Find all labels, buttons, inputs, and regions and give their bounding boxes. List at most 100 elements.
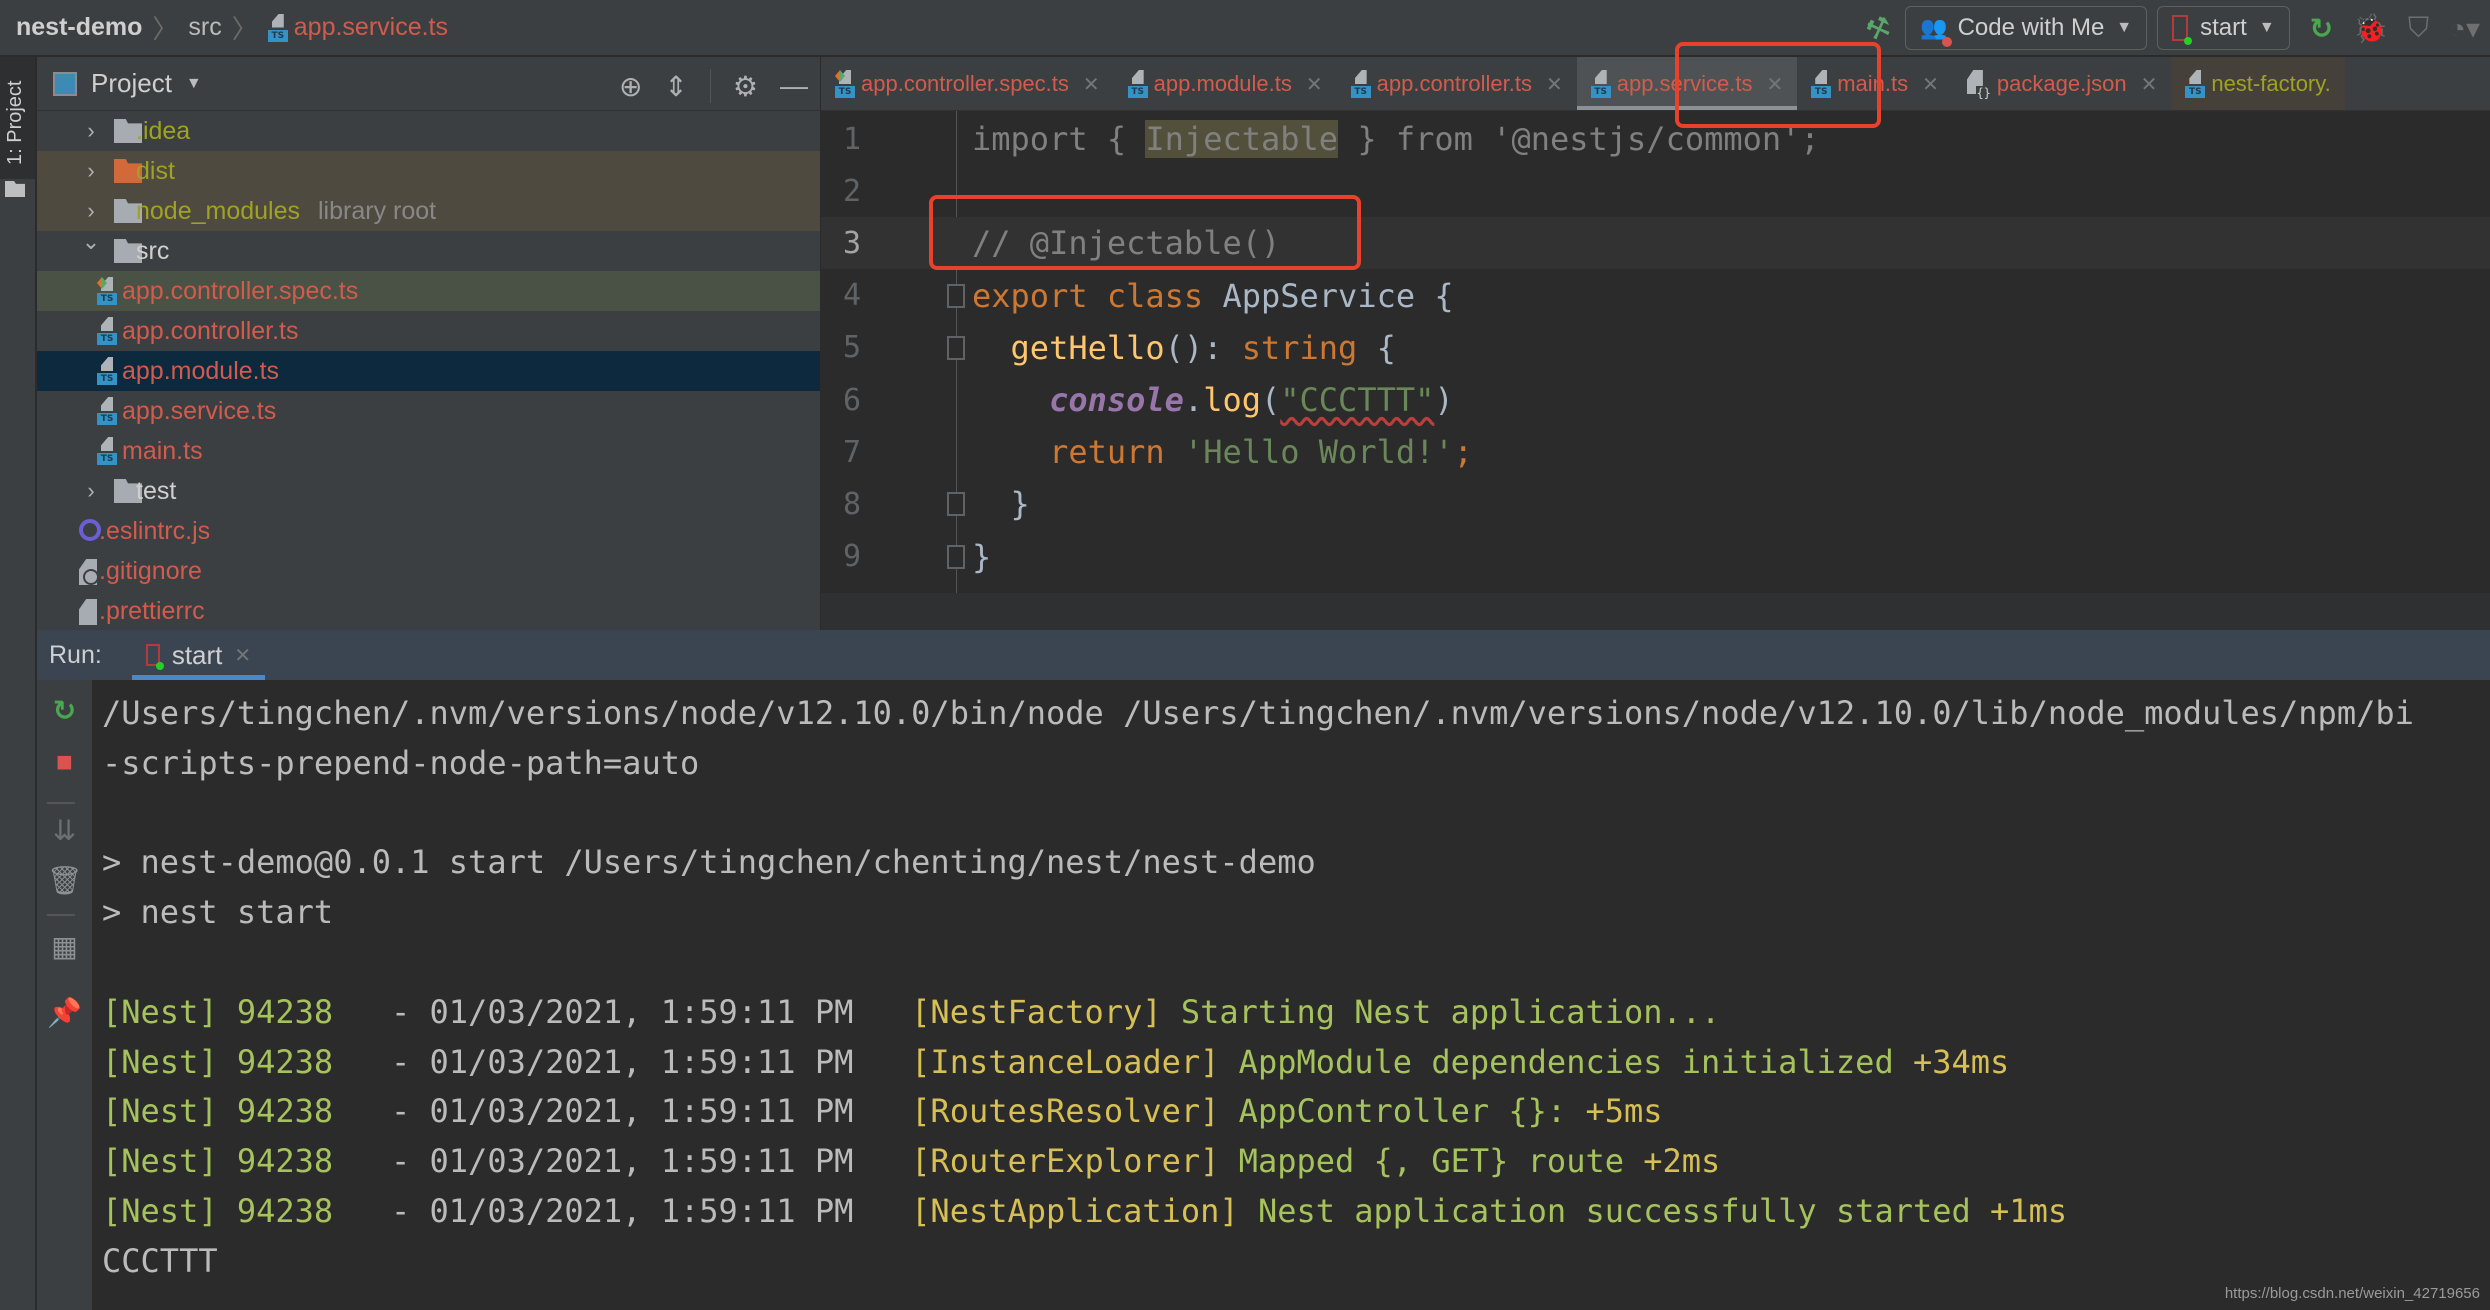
editor-tab[interactable]: TS app.service.ts ✕ — [1576, 57, 1798, 110]
hammer-icon[interactable]: ⚒ — [1861, 8, 1896, 48]
close-icon[interactable]: ✕ — [1083, 72, 1100, 97]
project-tool-tab[interactable]: 1: Project — [0, 57, 35, 197]
breadcrumb-file[interactable]: app.service.ts — [294, 13, 448, 42]
profile-icon[interactable]: ◔▾ — [2449, 12, 2480, 45]
console-line: [Nest] 94238 - 01/03/2021, 1:59:11 PM [N… — [102, 1186, 2067, 1236]
console-line: [Nest] 94238 - 01/03/2021, 1:59:11 PM [I… — [102, 1037, 2009, 1087]
code-line[interactable]: 4 export class AppService { — [821, 270, 2490, 322]
run-panel-label: Run: — [49, 640, 102, 669]
rerun-icon[interactable]: ↻ — [37, 694, 92, 727]
code-line[interactable]: 1 import { Injectable } from '@nestjs/com… — [821, 113, 2490, 165]
collapse-all-icon[interactable]: ⇕ — [664, 70, 687, 103]
close-icon[interactable]: ✕ — [1922, 72, 1939, 97]
console-text: CCCTTT — [102, 1241, 218, 1280]
debug-icon[interactable]: 🐞 — [2353, 12, 2388, 45]
code-line[interactable]: 2 — [821, 165, 2490, 217]
editor-tab[interactable]: TS main.ts ✕ — [1797, 57, 1953, 110]
tree-item[interactable]: TS app.service.ts — [37, 391, 820, 431]
typescript-file-icon: TS — [97, 317, 117, 345]
clear-icon[interactable]: 🗑 — [37, 864, 92, 897]
console-text: Starting Nest application... — [1180, 992, 1721, 1031]
chevron-right-icon[interactable]: › — [81, 478, 101, 504]
console-text: [Nest] 94238 — [102, 1192, 391, 1230]
tree-item-label: dist — [136, 156, 175, 185]
tree-item-label: main.ts — [122, 436, 203, 465]
rerun-icon[interactable]: ↻ — [2310, 12, 2333, 45]
chevron-right-icon[interactable]: › — [81, 118, 101, 144]
run-tab-start[interactable]: start ✕ — [131, 630, 266, 680]
close-icon[interactable]: ✕ — [1766, 72, 1783, 97]
editor-tab-label: app.controller.ts — [1376, 71, 1532, 96]
tree-item-label: app.controller.ts — [122, 316, 299, 345]
console-text: +5ms — [1585, 1092, 1663, 1131]
tree-item[interactable]: › node_modules library root — [37, 191, 820, 231]
breadcrumb-project[interactable]: nest-demo — [16, 13, 142, 42]
tree-item[interactable]: › .idea — [37, 111, 820, 151]
editor-tab[interactable]: {} package.json ✕ — [1953, 57, 2171, 110]
tree-item[interactable]: › test — [37, 471, 820, 511]
gear-icon[interactable]: ⚙ — [733, 70, 758, 103]
code-with-me-button[interactable]: 👥 Code with Me ▼ — [1905, 6, 2148, 50]
code-line[interactable]: 6 console.log("CCCTTT") — [821, 374, 2490, 426]
code-line[interactable]: 8 } — [821, 478, 2490, 530]
stop-icon[interactable]: ■ — [37, 746, 92, 778]
tree-item[interactable]: .eslintrc.js — [37, 511, 820, 551]
close-icon[interactable]: ✕ — [234, 643, 251, 668]
chevron-right-icon[interactable]: › — [81, 158, 101, 184]
typescript-file-icon: TS — [97, 357, 117, 385]
project-view-selector[interactable]: Project — [91, 68, 172, 99]
minimize-icon[interactable]: — — [780, 70, 808, 102]
console-text: +2ms — [1643, 1142, 1721, 1181]
console-line: > nest start — [102, 887, 333, 937]
editor-tab[interactable]: TS app.module.ts ✕ — [1114, 57, 1337, 110]
chevron-right-icon[interactable]: › — [81, 198, 101, 224]
chevron-down-icon[interactable]: ⌄ — [81, 229, 101, 255]
code-line[interactable]: 3 // @Injectable() — [821, 217, 2490, 270]
close-icon[interactable]: ✕ — [1546, 72, 1563, 97]
project-panel-tools: ⊕ ⇕ ⚙ — — [619, 69, 808, 103]
code-line[interactable]: 9} — [821, 531, 2490, 583]
tree-item[interactable]: TS app.controller.spec.ts — [37, 271, 820, 311]
fold-marker-icon[interactable] — [947, 335, 965, 360]
code-editor[interactable]: 1 import { Injectable } from '@nestjs/com… — [821, 111, 2490, 593]
code-token: ; — [1453, 433, 1473, 472]
fold-marker-icon[interactable] — [947, 283, 965, 308]
code-text: getHello(): string { — [972, 329, 1396, 367]
folder-icon — [5, 181, 25, 197]
caret-down-icon[interactable]: ▼ — [186, 75, 202, 93]
fold-marker-icon[interactable] — [947, 492, 965, 517]
locate-icon[interactable]: ⊕ — [619, 70, 642, 103]
console-text: [Nest] 94238 — [102, 992, 391, 1031]
breadcrumb: nest-demo 〉 src 〉 TS app.service.ts — [0, 9, 448, 46]
scroll-to-end-icon[interactable]: ⇊ — [37, 814, 92, 847]
close-icon[interactable]: ✕ — [1306, 72, 1323, 97]
tree-item[interactable]: ⌄ src — [37, 229, 820, 271]
console-line: [Nest] 94238 - 01/03/2021, 1:59:11 PM [N… — [102, 987, 1720, 1037]
console-text: +1ms — [1990, 1192, 2068, 1230]
project-tree: › .idea › dist › node_modules library root ⌄ src… — [37, 111, 820, 631]
editor-tab[interactable]: TS nest-factory. — [2171, 57, 2345, 110]
tree-item[interactable]: TS main.ts — [37, 431, 820, 471]
fold-marker-icon[interactable] — [947, 544, 965, 569]
editor-tab[interactable]: TS app.controller.spec.ts ✕ — [821, 57, 1114, 110]
tree-item[interactable]: .prettierrc — [37, 591, 820, 631]
layout-icon[interactable]: ▦ — [37, 930, 92, 963]
line-number: 6 — [842, 382, 861, 418]
tree-item[interactable]: TS app.module.ts — [37, 351, 820, 391]
coverage-icon[interactable]: ⛉ — [2408, 12, 2429, 45]
tree-item[interactable]: .gitignore — [37, 551, 820, 591]
run-configuration-select[interactable]: start ▼ — [2157, 6, 2290, 50]
code-line[interactable]: 5 getHello(): string { — [821, 322, 2490, 374]
pin-icon[interactable]: 📌 — [37, 996, 92, 1029]
breadcrumb-folder[interactable]: src — [188, 13, 221, 42]
code-text: return 'Hello World!'; — [972, 433, 1473, 471]
tree-item[interactable]: › dist — [37, 151, 820, 191]
tree-item[interactable]: TS app.controller.ts — [37, 311, 820, 351]
close-icon[interactable]: ✕ — [2141, 72, 2158, 97]
divider — [47, 802, 75, 804]
code-line[interactable]: 7 return 'Hello World!'; — [821, 426, 2490, 478]
console-output[interactable]: https://blog.csdn.net/weixin_42719656 /U… — [92, 680, 2490, 1310]
editor-tab[interactable]: TS app.controller.ts ✕ — [1337, 57, 1577, 110]
console-text: > nest-demo@0.0.1 start /Users/tingchen/… — [102, 843, 1316, 882]
